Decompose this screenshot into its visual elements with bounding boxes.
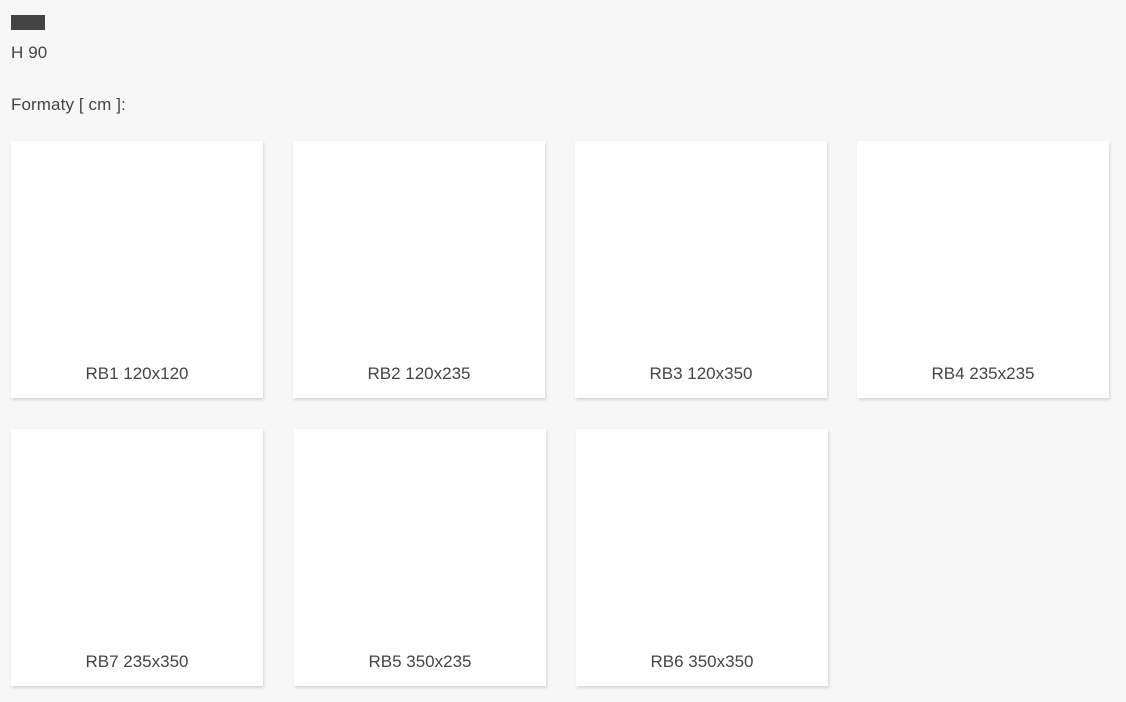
format-label: RB3 120x350	[649, 364, 753, 383]
format-label: RB5 350x235	[368, 652, 472, 671]
format-card-rb6[interactable]: RB6 350x350	[576, 429, 828, 686]
formats-heading: Formaty [ cm ]:	[11, 95, 126, 114]
format-label: RB6 350x350	[650, 652, 754, 671]
format-card-rb2[interactable]: RB2 120x235	[293, 141, 545, 398]
format-card-rb7[interactable]: RB7 235x350	[11, 429, 263, 686]
format-card-rb1[interactable]: RB1 120x120	[11, 141, 263, 398]
format-card-rb5[interactable]: RB5 350x235	[294, 429, 546, 686]
height-value: H 90	[11, 43, 48, 62]
format-label: RB2 120x235	[367, 364, 471, 383]
format-label: RB4 235x235	[931, 364, 1035, 383]
format-label: RB1 120x120	[85, 364, 189, 383]
color-swatch[interactable]	[11, 15, 45, 30]
format-card-rb3[interactable]: RB3 120x350	[575, 141, 827, 398]
format-label: RB7 235x350	[85, 652, 189, 671]
format-card-rb4[interactable]: RB4 235x235	[857, 141, 1109, 398]
